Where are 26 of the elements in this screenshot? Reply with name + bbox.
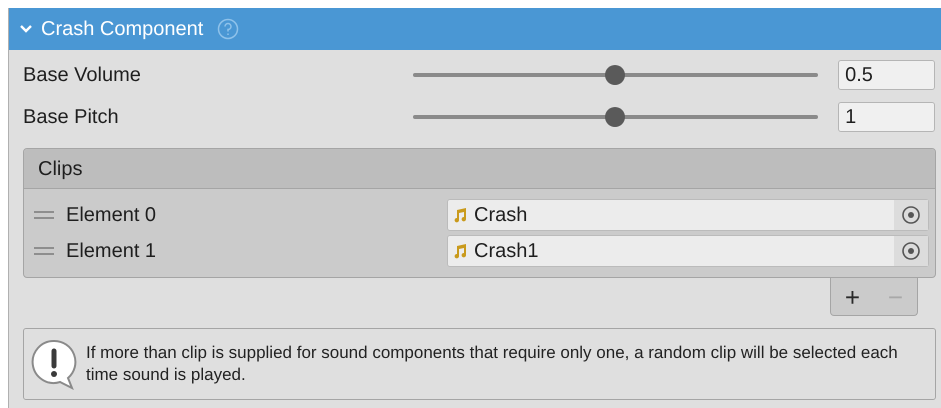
target-icon xyxy=(901,241,921,261)
number-field[interactable]: 0.5 xyxy=(838,60,935,90)
slider-thumb[interactable] xyxy=(605,65,626,85)
drag-handle-icon[interactable] xyxy=(34,211,54,219)
property-label: Base Pitch xyxy=(23,105,120,130)
help-message: If more than clip is supplied for sound components that require only one, a random clip will be selected each time sound is played. xyxy=(86,342,899,386)
component-title: Crash Component xyxy=(41,17,204,42)
warning-bubble-icon xyxy=(30,338,78,390)
chevron-icon[interactable] xyxy=(19,24,33,34)
clip-name: Crash1 xyxy=(474,239,540,264)
property-label: Base Volume xyxy=(23,63,142,88)
object-picker-button[interactable] xyxy=(894,236,928,266)
audio-clip-icon xyxy=(454,207,468,223)
number-field[interactable]: 1 xyxy=(838,102,935,132)
slider-thumb[interactable] xyxy=(605,107,626,127)
object-field[interactable]: Crash1 xyxy=(447,235,929,267)
object-field[interactable]: Crash xyxy=(447,199,929,231)
audio-clip-icon xyxy=(454,243,468,259)
element-label: Element 0 xyxy=(66,203,158,228)
drag-handle-icon[interactable] xyxy=(34,247,54,255)
list-title: Clips xyxy=(38,156,82,182)
element-label: Element 1 xyxy=(66,239,158,264)
clip-name: Crash xyxy=(474,203,528,228)
object-picker-button[interactable] xyxy=(894,200,928,230)
add-button[interactable]: + xyxy=(840,284,864,310)
target-icon xyxy=(901,205,921,225)
